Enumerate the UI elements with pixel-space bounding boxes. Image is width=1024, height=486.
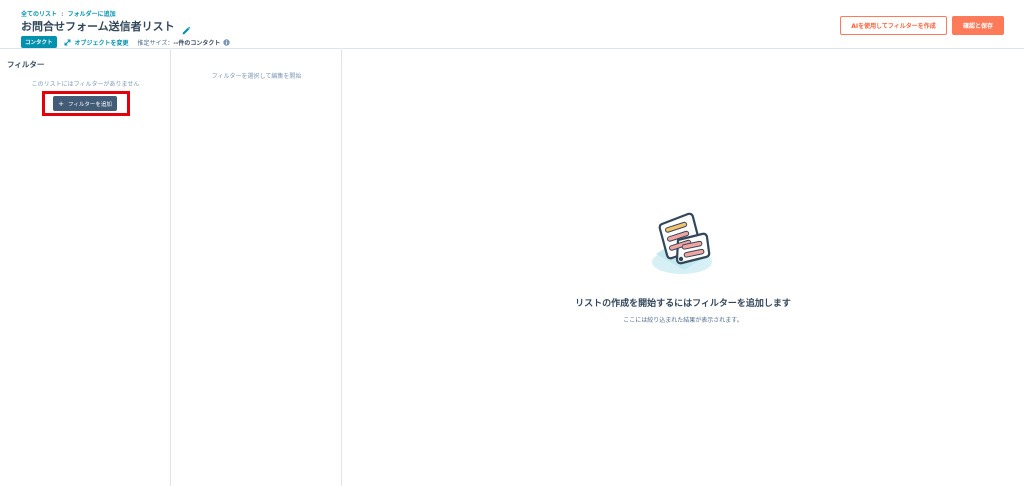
title-row: お問合せフォーム送信者リスト	[21, 18, 191, 35]
ai-create-filter-button[interactable]: AIを使用してフィルターを作成	[840, 16, 947, 35]
estimated-size-label: 推定サイズ：	[137, 39, 174, 47]
pencil-edit-icon[interactable]	[181, 21, 191, 35]
plus-icon: +	[58, 99, 64, 108]
filters-heading: フィルター	[7, 60, 45, 69]
review-and-save-button[interactable]: 確認と保存	[952, 16, 1004, 35]
no-filters-text: このリストにはフィルターがありません	[31, 81, 140, 88]
object-type-badge: コンタクト	[21, 36, 57, 48]
change-object-link[interactable]: オブジェクトを変更	[64, 38, 129, 47]
page-header: 全てのリスト : フォルダーに追加 お問合せフォーム送信者リスト コンタクト オ…	[0, 0, 1024, 49]
swap-arrows-icon	[64, 39, 71, 46]
breadcrumb: 全てのリスト : フォルダーに追加	[21, 9, 116, 18]
add-filter-button[interactable]: + フィルターを追加	[53, 96, 117, 111]
add-filter-label: フィルターを追加	[67, 101, 112, 108]
results-panel: リストの作成を開始するにはフィルターを追加します ここには絞り込まれた結果が表示…	[342, 50, 1024, 486]
change-object-label: オブジェクトを変更	[74, 39, 129, 47]
breadcrumb-separator: :	[61, 11, 64, 18]
estimated-size-value: --件のコンタクト	[173, 39, 221, 47]
info-icon[interactable]	[223, 38, 231, 46]
empty-state-illustration-icon	[648, 210, 714, 280]
filters-panel: フィルター このリストにはフィルターがありません + フィルターを追加	[0, 50, 171, 486]
empty-state-title: リストの作成を開始するにはフィルターを追加します	[575, 299, 791, 309]
page-title: お問合せフォーム送信者リスト	[21, 20, 175, 33]
breadcrumb-all-lists-link[interactable]: 全てのリスト	[21, 11, 57, 18]
filter-editor-hint: フィルターを選択して編集を開始	[211, 73, 302, 80]
list-meta-row: コンタクト オブジェクトを変更 推定サイズ： --件のコンタクト	[21, 36, 231, 48]
empty-state-subtitle: ここには絞り込まれた結果が表示されます。	[623, 317, 743, 324]
breadcrumb-add-to-folder-link[interactable]: フォルダーに追加	[68, 11, 116, 18]
filter-editor-panel: フィルターを選択して編集を開始	[171, 50, 342, 486]
